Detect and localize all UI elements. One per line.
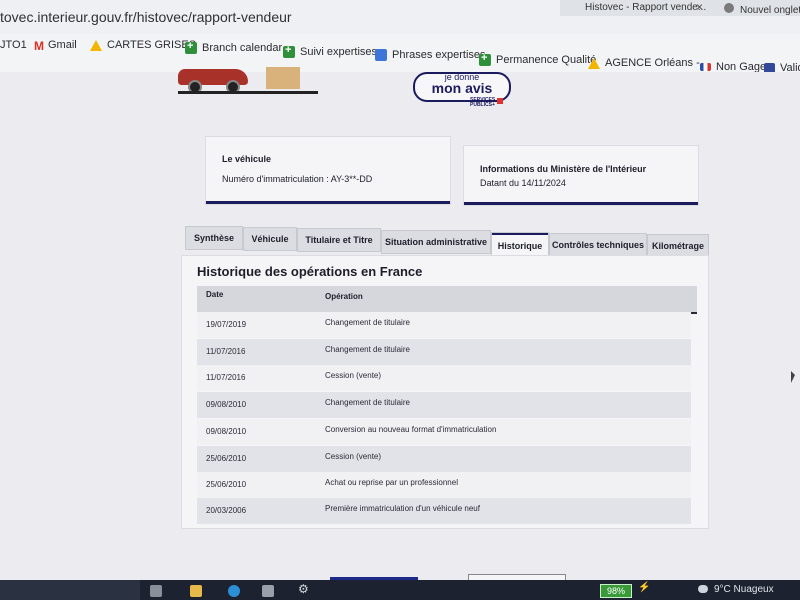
gmail-icon: M (34, 39, 44, 53)
bookmark-cartes-grises[interactable]: CARTES GRISES (90, 39, 196, 51)
column-header-operation: Opération (325, 292, 363, 301)
row-operation: Conversion au nouveau format d'immatricu… (325, 425, 497, 434)
row-date: 19/07/2019 (206, 320, 247, 329)
sheets-icon (283, 44, 295, 58)
bookmark-jto1[interactable]: JTO1 (0, 39, 27, 51)
address-bar[interactable]: tovec.interieur.gouv.fr/histovec/rapport… (0, 9, 292, 25)
card-title: Le véhicule (222, 154, 272, 164)
bookmark-gmail[interactable]: M Gmail (34, 39, 77, 53)
row-date: 20/03/2006 (206, 506, 247, 515)
table-row: 25/06/2010 Achat ou reprise par un profe… (197, 472, 691, 498)
column-header-date: Date (206, 290, 224, 299)
row-operation: Changement de titulaire (325, 398, 410, 407)
box-icon (266, 67, 300, 89)
tab-kilometrage[interactable]: Kilométrage (648, 235, 708, 257)
services-publics-cross-icon (497, 98, 503, 104)
bookmarks-bar: JTO1 MGmail CARTES GRISES Branch calenda… (0, 34, 800, 74)
table-row: 09/08/2010 Changement de titulaire (197, 392, 691, 418)
row-operation: Cession (vente) (325, 371, 382, 380)
bookmark-suivi-expertises[interactable]: Suivi expertises (283, 44, 377, 58)
row-date: 25/06/2010 (206, 480, 247, 489)
row-operation: Changement de titulaire (325, 318, 410, 327)
document-icon[interactable] (262, 585, 274, 597)
drive-icon (90, 39, 102, 51)
files-icon[interactable] (190, 585, 202, 597)
data-date: Datant du 14/11/2024 (480, 178, 566, 188)
row-date: 11/07/2016 (206, 373, 246, 382)
tab-synthese[interactable]: Synthèse (186, 227, 242, 249)
table-row: 11/07/2016 Cession (vente) (197, 365, 691, 391)
divider (178, 91, 318, 94)
row-date: 09/08/2010 (206, 400, 247, 409)
header-illustration (178, 65, 318, 95)
browser-tab-new[interactable]: Nouvel onglet (740, 5, 800, 16)
row-operation: Changement de titulaire (325, 345, 410, 354)
battery-indicator[interactable]: 98% (600, 584, 632, 598)
sheets-icon (479, 52, 491, 66)
snap-icon[interactable] (150, 585, 162, 597)
chrome-icon (724, 3, 734, 13)
vehicle-card: Le véhicule Numéro d'immatriculation : A… (206, 137, 450, 204)
bookmark-branch-calendar[interactable]: Branch calendar (185, 40, 282, 54)
services-publics-logo: SERVICES PUBLICS+ (470, 97, 496, 108)
drive-icon (588, 57, 600, 69)
bookmark-permanence-qualite[interactable]: Permanence Qualité (479, 52, 596, 66)
bookmark-phrases-expertises[interactable]: Phrases expertises (375, 49, 486, 61)
table-row: 20/03/2006 Première immatriculation d'un… (197, 498, 691, 524)
docs-icon (375, 49, 387, 61)
tab-situation-administrative[interactable]: Situation administrative (382, 231, 490, 253)
card-title: Informations du Ministère de l'Intérieur (480, 164, 647, 174)
bookmark-agence-orleans[interactable]: AGENCE Orléans -... (588, 57, 709, 69)
table-header: Date Opération (197, 286, 697, 314)
tab-vehicule[interactable]: Véhicule (244, 228, 296, 250)
weather-label[interactable]: 9°C Nuageux (714, 584, 774, 595)
settings-icon[interactable]: ⚙ (298, 582, 309, 596)
plug-icon: ⚡ (638, 582, 651, 593)
table-row: 19/07/2019 Changement de titulaire (197, 312, 691, 338)
row-date: 11/07/2016 (206, 347, 246, 356)
table-row: 25/06/2010 Cession (vente) (197, 446, 691, 472)
taskbar-search-area[interactable] (0, 580, 140, 600)
tab-historique[interactable]: Historique (492, 233, 548, 256)
table-row: 11/07/2016 Changement de titulaire (197, 339, 691, 365)
row-date: 25/06/2010 (206, 454, 247, 463)
tab-titulaire[interactable]: Titulaire et Titre (298, 229, 380, 251)
section-title: Historique des opérations en France (197, 264, 423, 279)
close-tab-icon[interactable]: × (696, 0, 703, 14)
skype-icon[interactable] (228, 585, 240, 597)
avis-main-label: mon avis (431, 80, 493, 96)
registration-number: Numéro d'immatriculation : AY-3**-DD (222, 174, 373, 184)
table-row: 09/08/2010 Conversion au nouveau format … (197, 419, 691, 445)
row-operation: Achat ou reprise par un professionnel (325, 478, 458, 487)
weather-icon[interactable] (698, 585, 708, 593)
flag-icon (700, 63, 711, 71)
row-date: 09/08/2010 (206, 427, 247, 436)
row-operation: Cession (vente) (325, 452, 382, 461)
sheets-icon (185, 40, 197, 54)
tab-controles-techniques[interactable]: Contrôles techniques (550, 234, 646, 256)
browser-tab-histovec[interactable]: Histovec - Rapport vende... (585, 2, 706, 13)
row-operation: Première immatriculation d'un véhicule n… (325, 504, 480, 513)
taskbar: ⚙ 98% ⚡ 9°C Nuageux (0, 580, 800, 600)
mouse-cursor-icon (791, 371, 795, 383)
ministere-card: Informations du Ministère de l'Intérieur… (464, 146, 698, 205)
